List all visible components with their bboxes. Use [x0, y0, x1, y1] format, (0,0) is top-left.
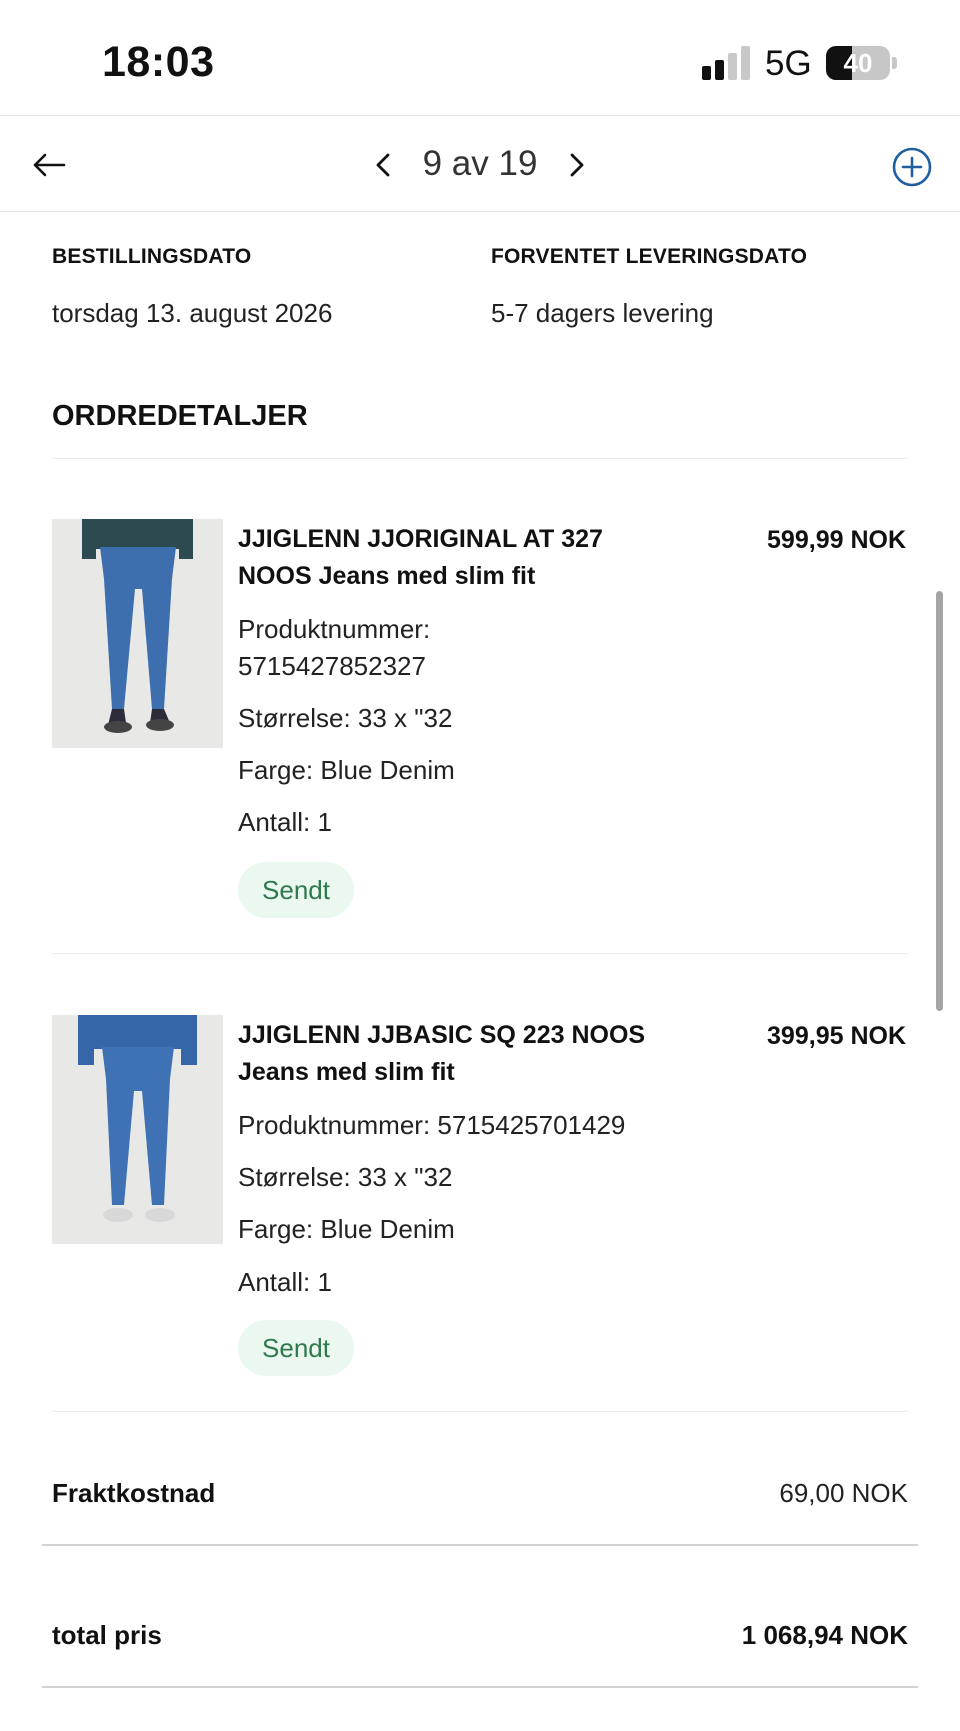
order-pager: 9 av 19: [422, 144, 538, 183]
network-type: 5G: [765, 44, 812, 83]
product-image[interactable]: [52, 1015, 223, 1244]
cellular-signal-icon: [702, 46, 750, 80]
product-number: 5715427852327: [238, 651, 426, 681]
product-price: 599,99 NOK: [767, 526, 906, 554]
order-nav-bar: 9 av 19: [0, 115, 960, 212]
add-button[interactable]: [888, 143, 936, 191]
delivery-date-label: FORVENTET LEVERINGSDATO: [491, 245, 808, 268]
product-number: Produktnummer: 5715425701429: [238, 1110, 626, 1140]
product-color: Farge: Blue Denim: [238, 1214, 455, 1244]
order-details-title: ORDREDETALJER: [52, 400, 308, 432]
jeans-photo: [52, 1015, 223, 1244]
total-label: total pris: [52, 1620, 162, 1650]
status-bar: 18:03 5G 40: [0, 0, 960, 116]
shipping-value: 69,00 NOK: [779, 1478, 908, 1508]
status-badge: Sendt: [238, 1320, 354, 1376]
delivery-date: 5-7 dagers levering: [491, 298, 714, 328]
product-title-line: NOOS Jeans med slim fit: [238, 562, 536, 590]
product-title[interactable]: JJIGLENN JJORIGINAL AT 327 NOOS Jeans me…: [238, 521, 658, 595]
product-title-line: JJIGLENN JJBASIC SQ 223 NOOS: [238, 1021, 646, 1049]
product-number-label: Produktnummer:: [238, 614, 431, 644]
status-badge: Sendt: [238, 862, 354, 918]
battery-tip: [892, 57, 897, 69]
divider: [52, 953, 908, 954]
next-order-button[interactable]: [556, 138, 598, 192]
product-title-line: JJIGLENN JJORIGINAL AT 327: [238, 525, 603, 553]
divider: [42, 1544, 918, 1546]
product-quantity: Antall: 1: [238, 807, 332, 837]
status-time: 18:03: [102, 38, 215, 86]
divider: [42, 1686, 918, 1688]
product-price: 399,95 NOK: [767, 1022, 906, 1050]
product-image[interactable]: [52, 519, 223, 748]
jeans-photo: [52, 519, 223, 748]
order-date: torsdag 13. august 2026: [52, 298, 333, 328]
divider: [52, 1411, 908, 1412]
product-color: Farge: Blue Denim: [238, 755, 455, 785]
product-title[interactable]: JJIGLENN JJBASIC SQ 223 NOOS Jeans med s…: [238, 1017, 658, 1091]
plus-circle-icon: [892, 147, 932, 187]
total-value: 1 068,94 NOK: [741, 1620, 908, 1650]
product-title-line: Jeans med slim fit: [238, 1058, 455, 1086]
order-date-label: BESTILLINGSDATO: [52, 245, 252, 268]
scrollbar[interactable]: [936, 591, 943, 1011]
chevron-right-icon: [570, 153, 584, 177]
product-size: Størrelse: 33 x "32: [238, 703, 453, 733]
divider: [52, 458, 908, 459]
product-quantity: Antall: 1: [238, 1267, 332, 1297]
product-size: Størrelse: 33 x "32: [238, 1162, 453, 1192]
battery-percent: 40: [843, 48, 873, 78]
battery-icon: 40: [826, 46, 890, 80]
shipping-label: Fraktkostnad: [52, 1478, 216, 1508]
